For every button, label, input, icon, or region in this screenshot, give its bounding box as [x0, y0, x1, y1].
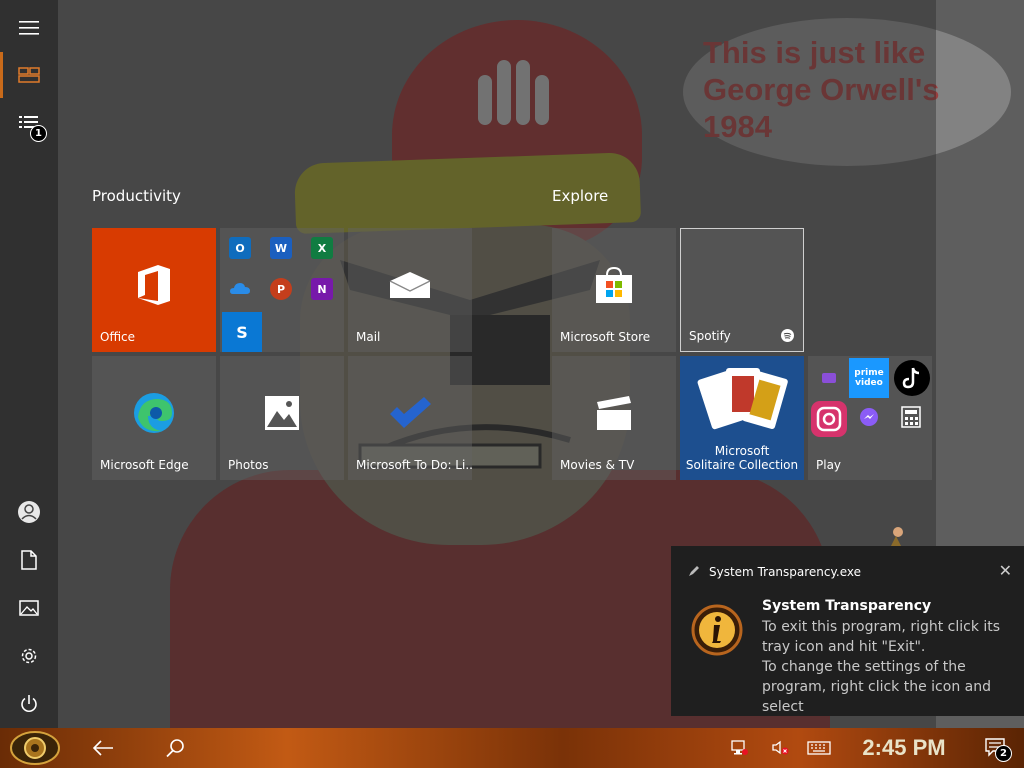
network-tray-button[interactable] [726, 728, 754, 768]
document-icon [21, 550, 37, 570]
network-icon [731, 740, 748, 755]
toast-title: System Transparency [762, 598, 932, 614]
rail-active-indicator [0, 52, 3, 98]
tiles-icon [18, 67, 40, 83]
tile-office-apps-folder[interactable]: O W X P N S [220, 228, 344, 352]
action-center-button[interactable]: 2 [978, 728, 1014, 768]
tile-office[interactable]: Office [92, 228, 216, 352]
tiktok-icon [894, 360, 930, 396]
settings-button[interactable] [9, 636, 49, 676]
tile-spotify[interactable]: Spotify [680, 228, 804, 352]
power-icon [21, 695, 37, 712]
mail-icon [389, 272, 431, 299]
info-icon [691, 604, 743, 656]
volume-tray-button[interactable] [766, 728, 794, 768]
start-button[interactable] [6, 728, 64, 768]
hamburger-menu-button[interactable] [9, 8, 49, 48]
messenger-icon [860, 408, 878, 426]
pictures-button[interactable] [9, 588, 49, 628]
search-button[interactable] [150, 728, 200, 768]
tile-microsoft-edge[interactable]: Microsoft Edge [92, 356, 216, 480]
user-icon [18, 501, 40, 523]
back-arrow-icon [92, 740, 113, 756]
onenote-icon: N [311, 278, 333, 300]
outlook-icon: O [229, 237, 251, 259]
excel-icon: X [311, 237, 333, 259]
group-title-productivity[interactable]: Productivity [92, 187, 181, 205]
instagram-icon [811, 401, 847, 437]
photos-icon [265, 396, 299, 431]
pictures-icon [19, 600, 39, 616]
taskbar-clock[interactable]: 2:45 PM [844, 728, 964, 768]
tile-label: Play [816, 458, 842, 472]
app-pen-icon [689, 566, 699, 576]
calculator-icon [901, 406, 921, 428]
keyboard-tray-button[interactable] [804, 728, 834, 768]
todo-checkmark-icon [390, 397, 431, 429]
tile-mail[interactable]: Mail [348, 228, 472, 352]
gear-icon [21, 648, 37, 664]
powerpoint-icon: P [270, 278, 292, 300]
close-icon[interactable]: ✕ [999, 561, 1012, 580]
notification-toast[interactable]: System Transparency.exe ✕ System Transpa… [671, 546, 1024, 716]
volume-muted-icon [772, 740, 789, 755]
tile-label: Microsoft Store [560, 330, 651, 344]
account-button[interactable] [9, 492, 49, 532]
tile-label: Microsoft To Do: Li... [356, 458, 472, 472]
power-button[interactable] [9, 684, 49, 724]
skype-icon: S [222, 312, 262, 352]
tile-microsoft-store[interactable]: Microsoft Store [552, 228, 676, 352]
tile-movies-tv[interactable]: Movies & TV [552, 356, 676, 480]
tile-photos[interactable]: Photos [220, 356, 344, 480]
clapperboard-icon [597, 396, 631, 431]
hamburger-icon [19, 21, 39, 35]
tile-microsoft-todo[interactable]: Microsoft To Do: Li... [348, 356, 472, 480]
office-icon [138, 265, 170, 306]
steampunk-start-icon [10, 731, 60, 765]
tile-play-folder[interactable]: prime video Play [808, 356, 932, 480]
word-icon: W [270, 237, 292, 259]
all-tiles-button[interactable] [9, 55, 49, 95]
store-icon [596, 267, 632, 304]
taskbar: 2:45 PM 2 [0, 728, 1024, 768]
tile-label: Microsoft Solitaire Collection [685, 444, 799, 472]
search-icon [166, 739, 184, 758]
back-button[interactable] [80, 728, 126, 768]
tile-label: Photos [228, 458, 269, 472]
documents-button[interactable] [9, 540, 49, 580]
spotify-icon [781, 329, 794, 342]
keyboard-icon [807, 741, 831, 755]
tile-label: Mail [356, 330, 381, 344]
tile-microsoft-solitaire[interactable]: Microsoft Solitaire Collection [680, 356, 804, 480]
app-list-badge: 1 [30, 125, 47, 142]
start-rail: 1 [0, 0, 58, 728]
playing-cards-icon [697, 368, 788, 430]
tile-label: Microsoft Edge [100, 458, 189, 472]
toast-body: To exit this program, right click its tr… [762, 619, 1001, 715]
edge-icon [134, 393, 174, 434]
tile-label: Movies & TV [560, 458, 635, 472]
onedrive-icon [230, 283, 250, 294]
tile-label: Spotify [689, 329, 731, 343]
notification-count-badge: 2 [995, 745, 1012, 762]
group-title-explore[interactable]: Explore [552, 187, 608, 205]
game-controller-icon [822, 373, 836, 383]
toast-app-name: System Transparency.exe [709, 565, 861, 579]
prime-video-icon: prime video [849, 358, 889, 398]
all-apps-button[interactable]: 1 [9, 104, 49, 144]
tile-label: Office [100, 330, 136, 344]
